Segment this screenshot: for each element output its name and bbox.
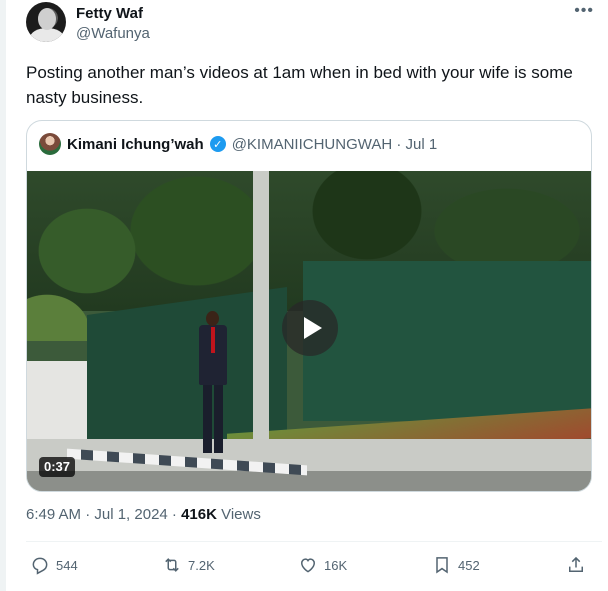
views-count[interactable]: 416K: [181, 506, 217, 523]
quoted-author-avatar[interactable]: [39, 133, 61, 155]
like-count: 16K: [324, 557, 348, 573]
like-button[interactable]: 16K: [298, 552, 347, 578]
tweet-timestamp[interactable]: 6:49 AM · Jul 1, 2024 ·: [26, 506, 181, 523]
quoted-author-display-name[interactable]: Kimani Ichung’wah: [67, 136, 204, 153]
repost-icon: [165, 558, 179, 572]
repost-count: 7.2K: [188, 557, 215, 573]
more-horizontal-icon[interactable]: •••: [574, 2, 594, 20]
tweet[interactable]: Fetty Waf @Wafunya ••• Posting another m…: [26, 0, 602, 591]
author-avatar[interactable]: [26, 2, 66, 42]
video-player[interactable]: 0:37: [27, 171, 591, 491]
quoted-tweet-header: Kimani Ichung’wah ✓ @KIMANIICHUNGWAH · J…: [39, 133, 437, 155]
quoted-tweet-card[interactable]: Kimani Ichung’wah ✓ @KIMANIICHUNGWAH · J…: [26, 120, 592, 492]
action-bar: 544 7.2K 16K 452: [26, 552, 602, 578]
tweet-header: Fetty Waf @Wafunya •••: [26, 0, 602, 50]
reply-icon: [32, 557, 48, 575]
quoted-author-handle-date: @KIMANIICHUNGWAH · Jul 1: [231, 135, 438, 153]
video-frame-person: [191, 311, 235, 461]
video-duration: 0:37: [39, 457, 76, 477]
share-button[interactable]: [566, 552, 586, 578]
views-label: Views: [216, 506, 261, 523]
verified-badge-icon: ✓: [209, 136, 226, 152]
bookmark-button[interactable]: 452: [432, 552, 480, 578]
reply-button[interactable]: 544: [30, 552, 78, 578]
author-handle[interactable]: @Wafunya: [76, 25, 150, 42]
share-icon: [569, 556, 583, 572]
thread-line: [0, 0, 6, 591]
reply-count: 544: [56, 557, 78, 573]
play-icon[interactable]: [282, 300, 338, 356]
tweet-metadata: 6:49 AM · Jul 1, 2024 · 416K Views: [26, 506, 261, 523]
tweet-text: Posting another man’s videos at 1am when…: [26, 63, 573, 107]
heart-icon: [300, 558, 316, 573]
bookmark-count: 452: [458, 557, 480, 573]
bookmark-icon: [436, 557, 448, 574]
repost-button[interactable]: 7.2K: [162, 552, 215, 578]
divider: [26, 541, 602, 542]
author-display-name[interactable]: Fetty Waf: [76, 5, 143, 22]
